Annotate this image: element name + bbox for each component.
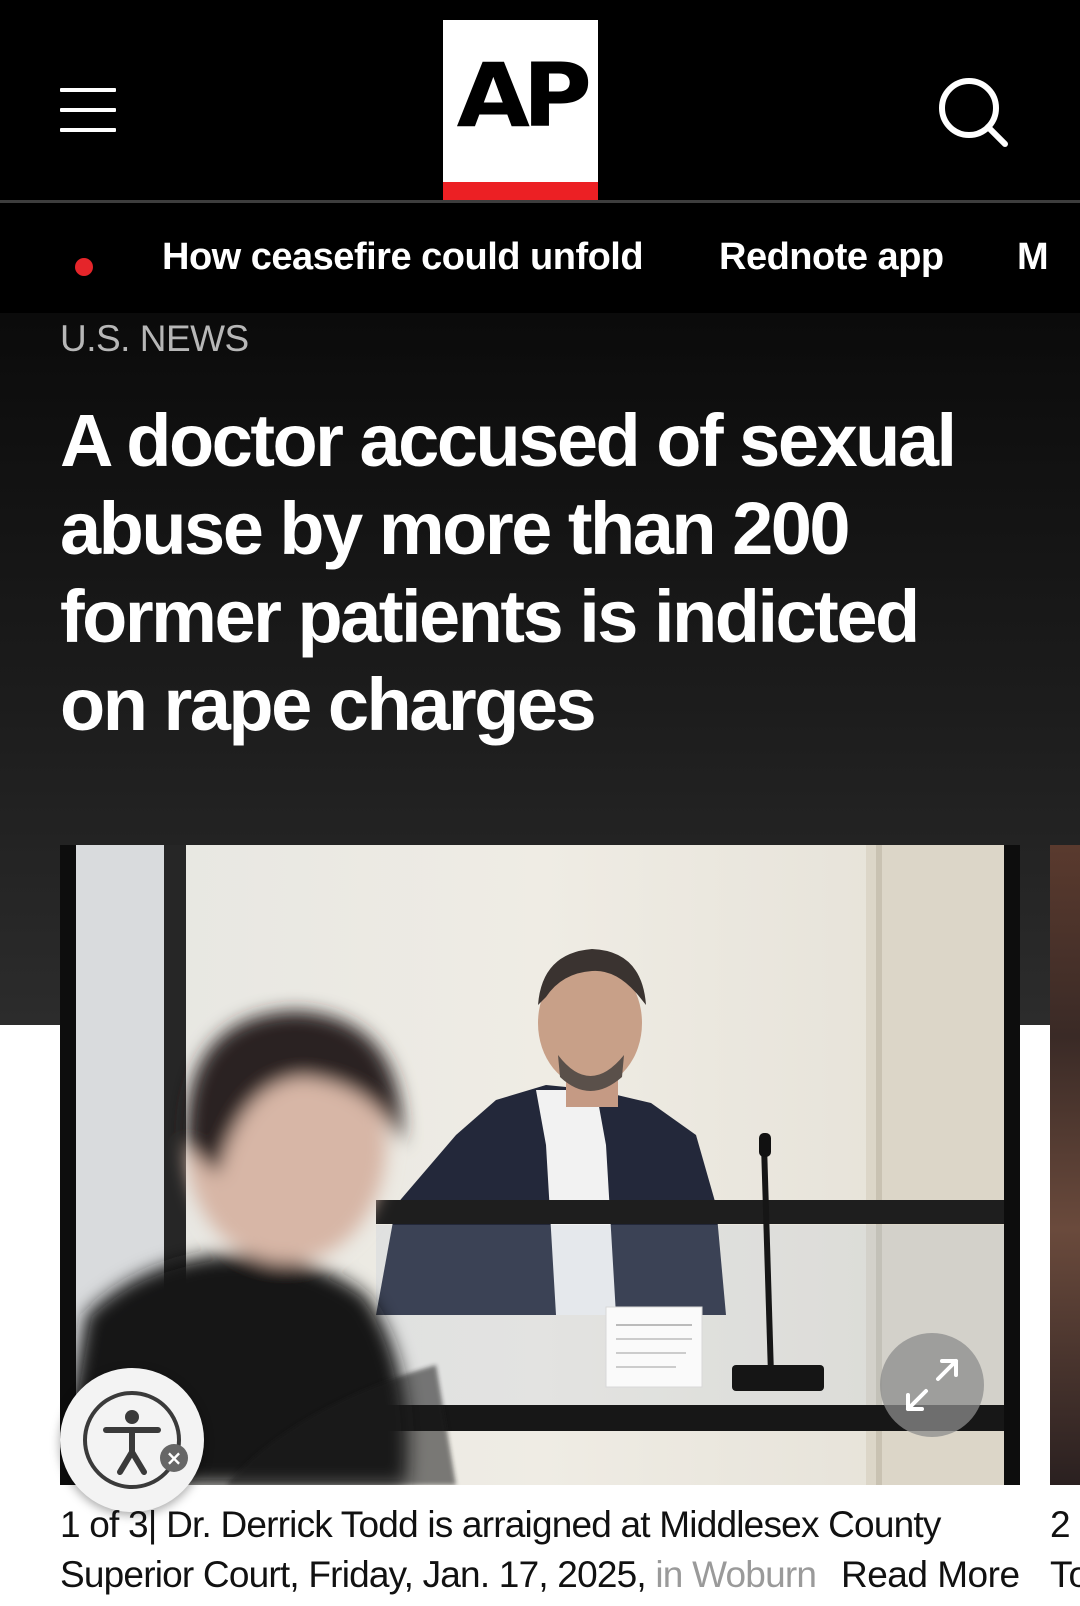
ap-logo[interactable]: AP (443, 20, 598, 200)
caption-separator: | (147, 1504, 158, 1545)
gallery-counter: 1 of 3 (60, 1504, 149, 1545)
caption-line-1: Dr. Derrick Todd is arraigned at Middles… (166, 1504, 941, 1545)
logo-wordmark: AP (456, 44, 592, 147)
read-more-link[interactable]: Read More (835, 1550, 1020, 1600)
gallery-photo[interactable] (60, 845, 1020, 1485)
search-icon[interactable] (938, 77, 1010, 149)
close-icon[interactable]: × (160, 1444, 188, 1472)
trending-item-ceasefire[interactable]: How ceasefire could unfold (162, 236, 644, 279)
trending-item-partial[interactable]: M (1017, 236, 1049, 279)
next-photo-caption: 2 To (1050, 1500, 1080, 1600)
expand-icon[interactable] (880, 1333, 984, 1437)
trending-item-rednote[interactable]: Rednote app (719, 236, 944, 279)
hamburger-menu-icon[interactable] (60, 88, 118, 132)
caption-line-2: Superior Court, Friday, Jan. 17, 2025, (60, 1554, 647, 1595)
next-gallery-counter: 2 (1050, 1504, 1071, 1545)
next-gallery-photo[interactable] (1050, 845, 1080, 1485)
logo-red-bar (443, 182, 598, 200)
courtroom-photo (76, 845, 1004, 1485)
next-caption-text: To (1050, 1554, 1080, 1595)
article-headline: A doctor accused of sexual abuse by more… (60, 399, 957, 746)
section-label[interactable]: U.S. NEWS (60, 318, 249, 360)
live-indicator-icon (75, 258, 93, 276)
accessibility-person-icon[interactable] (60, 1368, 204, 1512)
caption-faded-text: in Woburn (655, 1554, 817, 1595)
